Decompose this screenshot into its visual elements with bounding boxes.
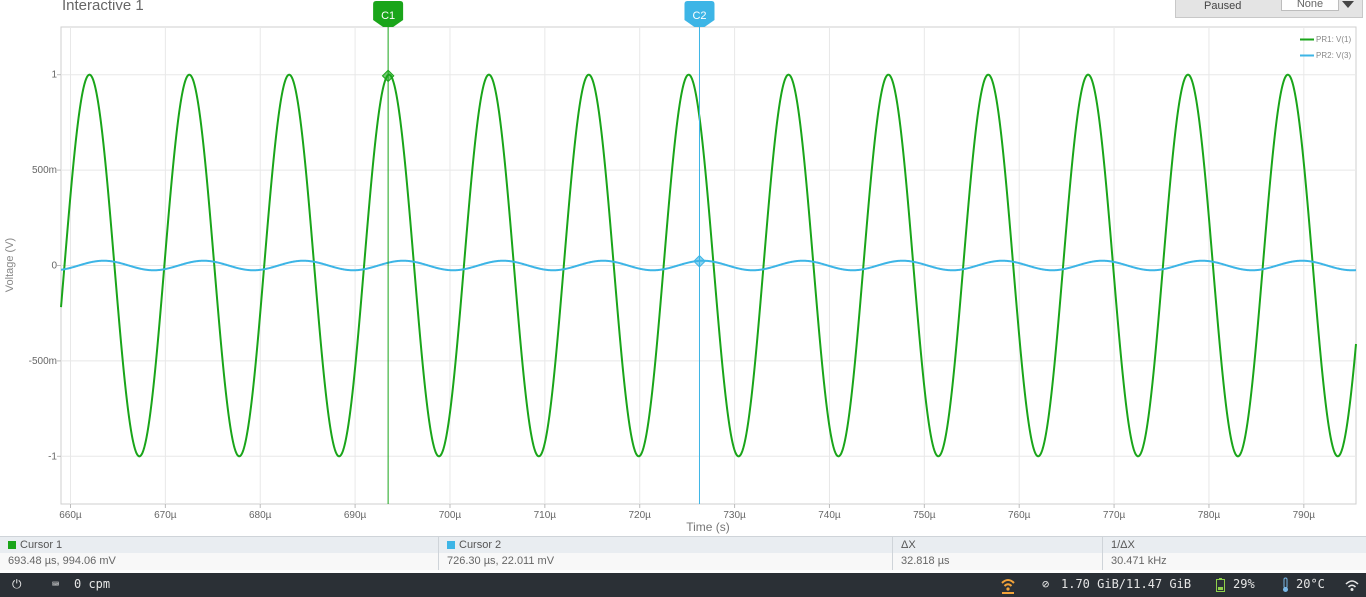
- x-tick-label: 680µ: [249, 510, 272, 521]
- cursor-flag-label-2: C2: [692, 10, 706, 22]
- memory-icon: ⊘: [1042, 577, 1050, 591]
- x-tick-label: 690µ: [344, 510, 367, 521]
- x-tick-label: 780µ: [1198, 510, 1221, 521]
- cursor2-header: Cursor 2: [459, 539, 502, 551]
- x-tick-label: 760µ: [1008, 510, 1031, 521]
- y-tick-label: -500m: [29, 356, 57, 367]
- delta-x-column: ΔX 32.818 µs: [893, 537, 1103, 570]
- cursor1-value: 693.48 µs, 994.06 mV: [0, 553, 438, 570]
- inverse-delta-x-value: 30.471 kHz: [1103, 553, 1366, 570]
- x-tick-label: 660µ: [59, 510, 82, 521]
- y-axis-label: Voltage (V): [4, 238, 16, 292]
- x-tick-label: 710µ: [534, 510, 557, 521]
- cursor-readout-table: Cursor 1 693.48 µs, 994.06 mV Cursor 2 7…: [0, 536, 1366, 570]
- wifi-icon[interactable]: [1000, 576, 1016, 594]
- x-tick-label: 700µ: [439, 510, 462, 521]
- memory-usage: 1.70 GiB/11.47 GiB: [1061, 577, 1192, 591]
- y-tick-label: 500m: [32, 165, 57, 176]
- cpm-counter: 0 cpm: [74, 577, 111, 591]
- temperature: 20°C: [1296, 577, 1325, 591]
- cursor1-header: Cursor 1: [20, 539, 63, 551]
- legend-label-1: PR1: V(1): [1316, 35, 1351, 44]
- cursor1-swatch: [8, 540, 16, 549]
- x-tick-label: 770µ: [1103, 510, 1126, 521]
- x-tick-label: 740µ: [818, 510, 841, 521]
- delta-x-value: 32.818 µs: [893, 553, 1102, 570]
- x-axis-label: Time (s): [686, 520, 730, 534]
- cursor2-swatch: [447, 540, 455, 549]
- battery-icon: [1216, 578, 1225, 592]
- x-tick-label: 790µ: [1293, 510, 1316, 521]
- system-taskbar: ⏻ ⌨ 0 cpm ⊘ 1.70 GiB/11.47 GiB 29% 20°C: [0, 573, 1366, 597]
- x-tick-label: 750µ: [913, 510, 936, 521]
- network-icon[interactable]: [1345, 578, 1359, 592]
- cursor2-column: Cursor 2 726.30 µs, 22.011 mV: [439, 537, 893, 570]
- battery-level: 29%: [1233, 577, 1255, 591]
- legend-label-2: PR2: V(3): [1316, 51, 1351, 60]
- inverse-delta-x-header: 1/ΔX: [1103, 537, 1366, 553]
- y-tick-label: 1: [51, 70, 57, 81]
- power-icon[interactable]: ⏻: [12, 577, 22, 592]
- thermometer-icon: [1283, 577, 1288, 592]
- x-tick-label: 720µ: [628, 510, 651, 521]
- waveform-chart[interactable]: 660µ 670µ 680µ 690µ 700µ 710µ 720µ 730µ 740µ 750µ…: [0, 0, 1366, 536]
- keyboard-icon: ⌨: [52, 577, 60, 591]
- y-tick-label: -1: [48, 451, 57, 462]
- inverse-delta-x-column: 1/ΔX 30.471 kHz: [1103, 537, 1366, 570]
- cursor-flag-label-1: C1: [381, 10, 395, 22]
- delta-x-header: ΔX: [893, 537, 1102, 553]
- y-tick-label: 0: [51, 261, 57, 272]
- x-tick-label: 670µ: [154, 510, 177, 521]
- cursor1-column: Cursor 1 693.48 µs, 994.06 mV: [0, 537, 439, 570]
- cursor2-value: 726.30 µs, 22.011 mV: [439, 553, 892, 570]
